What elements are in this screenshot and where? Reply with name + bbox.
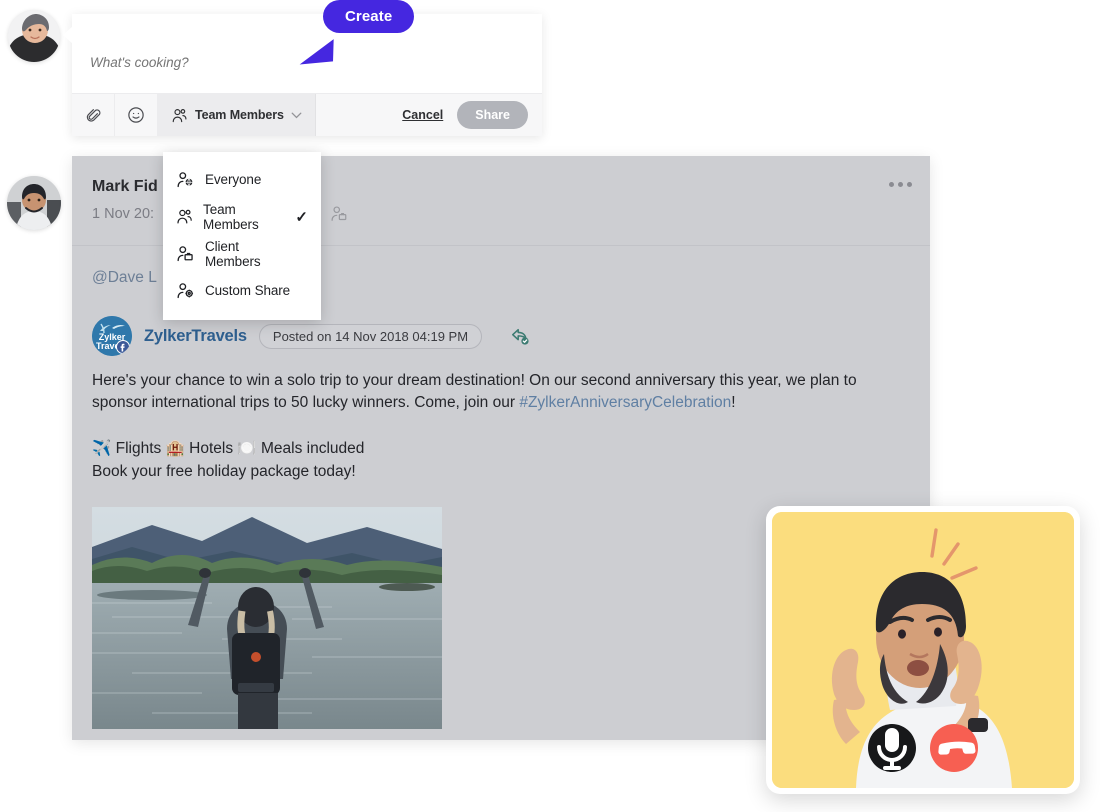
- chevron-down-icon: [291, 112, 302, 118]
- avatar: [7, 176, 61, 230]
- post-more-options-button[interactable]: [889, 182, 912, 187]
- shared-post-photo[interactable]: [92, 507, 442, 730]
- mic-button[interactable]: [868, 724, 916, 772]
- composer-actions: Cancel Share: [402, 94, 542, 136]
- hangup-phone-icon: [938, 741, 976, 755]
- scope-menu-label: Everyone: [205, 172, 262, 187]
- more-options-icon: [898, 182, 903, 187]
- shared-perks-line: ✈️ Flights 🏨 Hotels 🍽️ Meals included: [92, 439, 365, 457]
- person-gear-icon: [177, 283, 194, 299]
- hangup-button[interactable]: [930, 724, 978, 772]
- post-author-name: Mark Fid: [92, 178, 158, 195]
- screen: Team Members Cancel Share Create Mark Fi…: [0, 0, 1100, 812]
- zylker-travels-logo-icon: Zylker Travel: [92, 316, 132, 356]
- person-globe-icon: [177, 172, 193, 188]
- post-mention[interactable]: @Dave L: [92, 269, 157, 287]
- shared-post-body: Here's your chance to win a solo trip to…: [92, 370, 910, 415]
- shared-post-icon: [512, 328, 529, 345]
- client-members-icon: [331, 206, 347, 221]
- smiley-icon: [128, 107, 144, 123]
- team-members-icon: [177, 209, 192, 224]
- attach-file-button[interactable]: [72, 94, 115, 136]
- shared-hashtag[interactable]: #ZylkerAnniversaryCelebration: [519, 394, 731, 411]
- share-scope-selector[interactable]: Team Members: [158, 94, 316, 136]
- scope-menu-label: Client Members: [204, 238, 261, 269]
- composer-tail: [63, 26, 73, 44]
- shared-post-header: Zylker Travel ZylkerTravels Posted on 14…: [92, 314, 910, 358]
- shared-post-meta: ✈️ Flights 🏨 Hotels 🍽️ Meals included Bo…: [92, 437, 910, 484]
- more-options-icon: [889, 182, 894, 187]
- paperclip-icon: [86, 108, 100, 122]
- scope-menu-label: Custom Share: [205, 283, 291, 298]
- scope-menu-item-everyone[interactable]: Everyone: [163, 161, 321, 198]
- shared-body-text-part1: Here's your chance to win a solo trip to…: [92, 372, 857, 412]
- team-members-icon: [172, 108, 187, 122]
- lake-landscape-photo: [92, 507, 442, 730]
- call-controls: [868, 724, 978, 772]
- avatar: [8, 10, 60, 62]
- shared-body-text-part2: !: [731, 394, 736, 412]
- video-surface: [772, 512, 1074, 788]
- scope-menu-item-team-members[interactable]: Team Members ✓: [163, 198, 321, 235]
- emoji-button[interactable]: [115, 94, 158, 136]
- share-scope-menu: Everyone Team Members ✓ Client Members C…: [163, 152, 321, 320]
- shared-posted-on: Posted on 14 Nov 2018 04:19 PM: [258, 323, 483, 349]
- scope-menu-item-custom-share[interactable]: Custom Share: [163, 272, 321, 309]
- user-avatar-top: [8, 10, 60, 62]
- brand-logo: Zylker Travel: [92, 316, 132, 356]
- scope-menu-check: ✓: [295, 208, 308, 226]
- shared-brand-name[interactable]: ZylkerTravels: [144, 327, 247, 346]
- shared-cta-line: Book your free holiday package today!: [92, 463, 356, 481]
- scope-menu-item-client-members[interactable]: Client Members: [163, 235, 321, 272]
- post-date: 1 Nov 20:: [92, 206, 155, 222]
- more-options-icon: [907, 182, 912, 187]
- share-button[interactable]: Share: [457, 101, 528, 129]
- video-call-window: [766, 506, 1080, 794]
- post-scope-icon: [330, 205, 348, 227]
- create-tooltip[interactable]: Create: [323, 0, 415, 33]
- microphone-icon: [877, 728, 907, 770]
- share-scope-label: Team Members: [195, 108, 284, 122]
- shared-source-icon: [510, 327, 530, 346]
- cancel-button[interactable]: Cancel: [402, 108, 443, 122]
- scope-menu-label: Team Members: [203, 201, 259, 232]
- user-avatar-bottom: [7, 176, 61, 230]
- composer-toolbar: Team Members Cancel Share: [72, 93, 542, 136]
- person-briefcase-icon: [177, 246, 193, 262]
